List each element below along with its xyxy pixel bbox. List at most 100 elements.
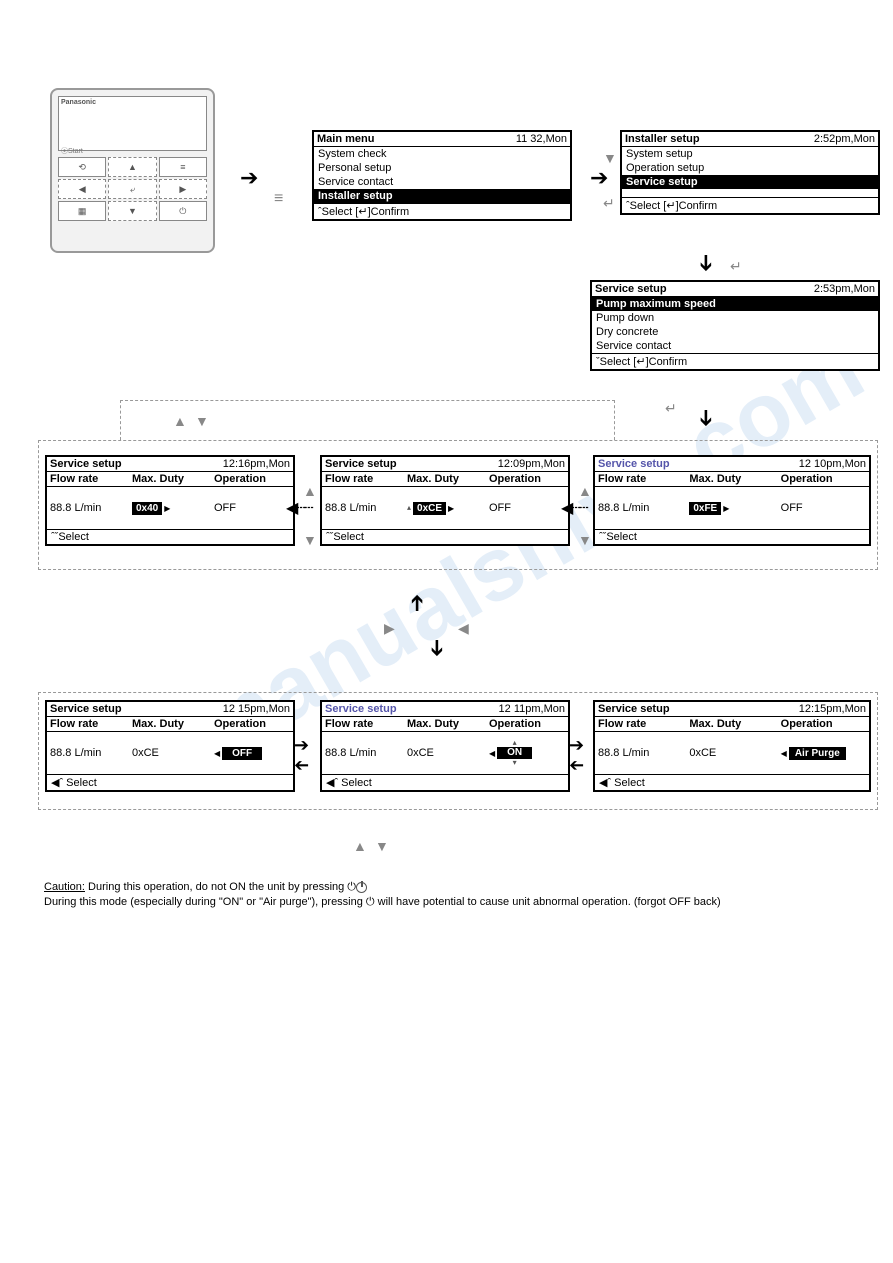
val-maxduty: 0xCE	[686, 746, 777, 760]
panel-mainmenu: Main menu11 32,Mon System check Personal…	[312, 130, 572, 221]
col-operation: Operation	[486, 717, 568, 731]
triangle-left-icon	[489, 747, 495, 759]
val-maxduty-selected[interactable]: 0x40	[132, 502, 162, 515]
triangle-left-icon: ◀	[458, 620, 469, 637]
remote-btn-right[interactable]: ▶	[159, 179, 207, 199]
time: 12 11pm,Mon	[499, 703, 565, 715]
footer: ˆSelect [↵]Confirm	[314, 203, 570, 219]
triangle-down-icon: ▼	[375, 838, 389, 854]
triangle-right-icon: ▶	[384, 620, 395, 637]
time: 12:15pm,Mon	[799, 703, 866, 715]
panel-installer: Installer setup 2:52pm,Mon System setup O…	[620, 130, 880, 215]
title: Service setup	[50, 703, 122, 715]
caution-label: Caution:	[44, 881, 85, 893]
menu-item[interactable]: Personal setup	[314, 161, 570, 175]
triangle-up-icon: ▲	[173, 413, 187, 429]
val-maxduty: 0xCE	[129, 746, 211, 760]
remote-brand: Panasonic	[61, 99, 204, 106]
panel-p1: Service setup12:16pm,Mon Flow rate Max. …	[45, 455, 295, 546]
chevron-up-icon: ▴	[407, 504, 411, 512]
val-maxduty-selected[interactable]: 0xCE	[413, 502, 446, 515]
menu-item-selected[interactable]: Pump maximum speed	[592, 297, 878, 311]
val-operation-selected[interactable]: OFF	[222, 747, 262, 760]
remote-btn-down[interactable]: ▼	[108, 201, 156, 221]
remote-btn-up[interactable]: ▲	[108, 157, 156, 177]
chevron-down-icon: ▾	[513, 759, 517, 767]
hamburger-icon: ≡	[274, 190, 283, 208]
title: Service setup	[598, 703, 670, 715]
col-flowrate: Flow rate	[47, 472, 129, 486]
col-flowrate: Flow rate	[595, 472, 686, 486]
arrow-right-icon: ➔	[294, 735, 309, 756]
remote-btn-left[interactable]: ◀	[58, 179, 106, 199]
triangle-left-icon	[214, 747, 220, 759]
triangle-up-icon: ▲	[578, 483, 592, 499]
menu-item-selected[interactable]: Service setup	[622, 175, 878, 189]
menu-item[interactable]: Pump down	[592, 311, 878, 325]
remote-btn-power[interactable]: ⏻	[159, 201, 207, 221]
title: Installer setup	[625, 133, 700, 145]
enter-icon: ↵	[603, 195, 615, 212]
remote-btn-grid[interactable]: ▦	[58, 201, 106, 221]
menu-item[interactable]: Service contact	[592, 339, 878, 353]
col-operation: Operation	[778, 472, 869, 486]
remote-controller: Panasonic ⦿Start ⟲ ▲ ≡ ◀ ⤶ ▶ ▦ ▼ ⏻	[50, 88, 215, 253]
val-flowrate: 88.8 L/min	[322, 501, 404, 515]
panel-p5: Service setup 12 11pm,Mon Flow rate Max. …	[320, 700, 570, 792]
col-maxduty: Max. Duty	[686, 717, 777, 731]
remote-start-label: ⦿Start	[61, 146, 204, 156]
remote-btn-back[interactable]: ⟲	[58, 157, 106, 177]
title: Service setup	[325, 703, 397, 715]
time: 2:53pm,Mon	[814, 283, 875, 295]
remote-screen: Panasonic ⦿Start	[58, 96, 207, 151]
footer: ◀ˆ Select	[322, 774, 568, 790]
menu-item[interactable]: System setup	[622, 147, 878, 161]
footer: ◀ˆ Select	[595, 774, 869, 790]
col-maxduty: Max. Duty	[129, 717, 211, 731]
triangle-down-icon: ▼	[303, 532, 317, 548]
caution-line2: During this mode (especially during "ON"…	[44, 896, 721, 908]
footer: ◀ˆ Select	[47, 774, 293, 790]
chevron-up-icon: ▴	[513, 739, 517, 747]
time: 2:52pm,Mon	[814, 133, 875, 145]
remote-btn-enter[interactable]: ⤶	[108, 179, 156, 199]
col-maxduty: Max. Duty	[404, 717, 486, 731]
val-flowrate: 88.8 L/min	[322, 746, 404, 760]
col-operation: Operation	[211, 717, 293, 731]
footer: ˆˇSelect	[595, 529, 869, 544]
triangle-up-icon: ▲	[353, 838, 367, 854]
menu-item-selected[interactable]: Installer setup	[314, 189, 570, 203]
menu-item[interactable]: Operation setup	[622, 161, 878, 175]
enter-icon: ↵	[665, 400, 677, 417]
col-flowrate: Flow rate	[47, 717, 129, 731]
val-operation: OFF	[486, 501, 568, 515]
menu-item[interactable]	[622, 189, 878, 191]
menu-item[interactable]: Service contact	[314, 175, 570, 189]
arrow-dashed-left-icon: ◀┄┄	[286, 498, 312, 518]
menu-item[interactable]: Dry concrete	[592, 325, 878, 339]
enter-icon: ↵	[730, 258, 742, 275]
panel-p2: Service setup12:09pm,Mon Flow rate Max. …	[320, 455, 570, 546]
col-flowrate: Flow rate	[322, 717, 404, 731]
remote-btn-menu[interactable]: ≡	[159, 157, 207, 177]
val-operation-selected[interactable]: Air Purge	[789, 747, 846, 760]
val-flowrate: 88.8 L/min	[595, 746, 686, 760]
time: 12 15pm,Mon	[223, 703, 290, 715]
footer: ˆˇSelect	[47, 529, 293, 544]
title: Main menu	[317, 133, 374, 145]
val-flowrate: 88.8 L/min	[595, 501, 686, 515]
val-maxduty-selected[interactable]: 0xFE	[689, 502, 721, 515]
triangle-down-icon: ▼	[195, 413, 209, 429]
footer: ˆSelect [↵]Confirm	[622, 197, 878, 213]
title: Service setup	[50, 458, 122, 470]
panel-p4: Service setup 12 15pm,Mon Flow rate Max. …	[45, 700, 295, 792]
time: 12:16pm,Mon	[223, 458, 290, 470]
col-maxduty: Max. Duty	[404, 472, 486, 486]
arrow-down-icon: ➔	[424, 639, 450, 657]
menu-item[interactable]: System check	[314, 147, 570, 161]
arrow-down-icon: ➔	[693, 254, 719, 272]
arrow-dashed-left-icon: ◀┄┄	[561, 498, 587, 518]
remote-buttons: ⟲ ▲ ≡ ◀ ⤶ ▶ ▦ ▼ ⏻	[58, 157, 207, 221]
title: Service setup	[325, 458, 397, 470]
val-operation: OFF	[778, 501, 869, 515]
